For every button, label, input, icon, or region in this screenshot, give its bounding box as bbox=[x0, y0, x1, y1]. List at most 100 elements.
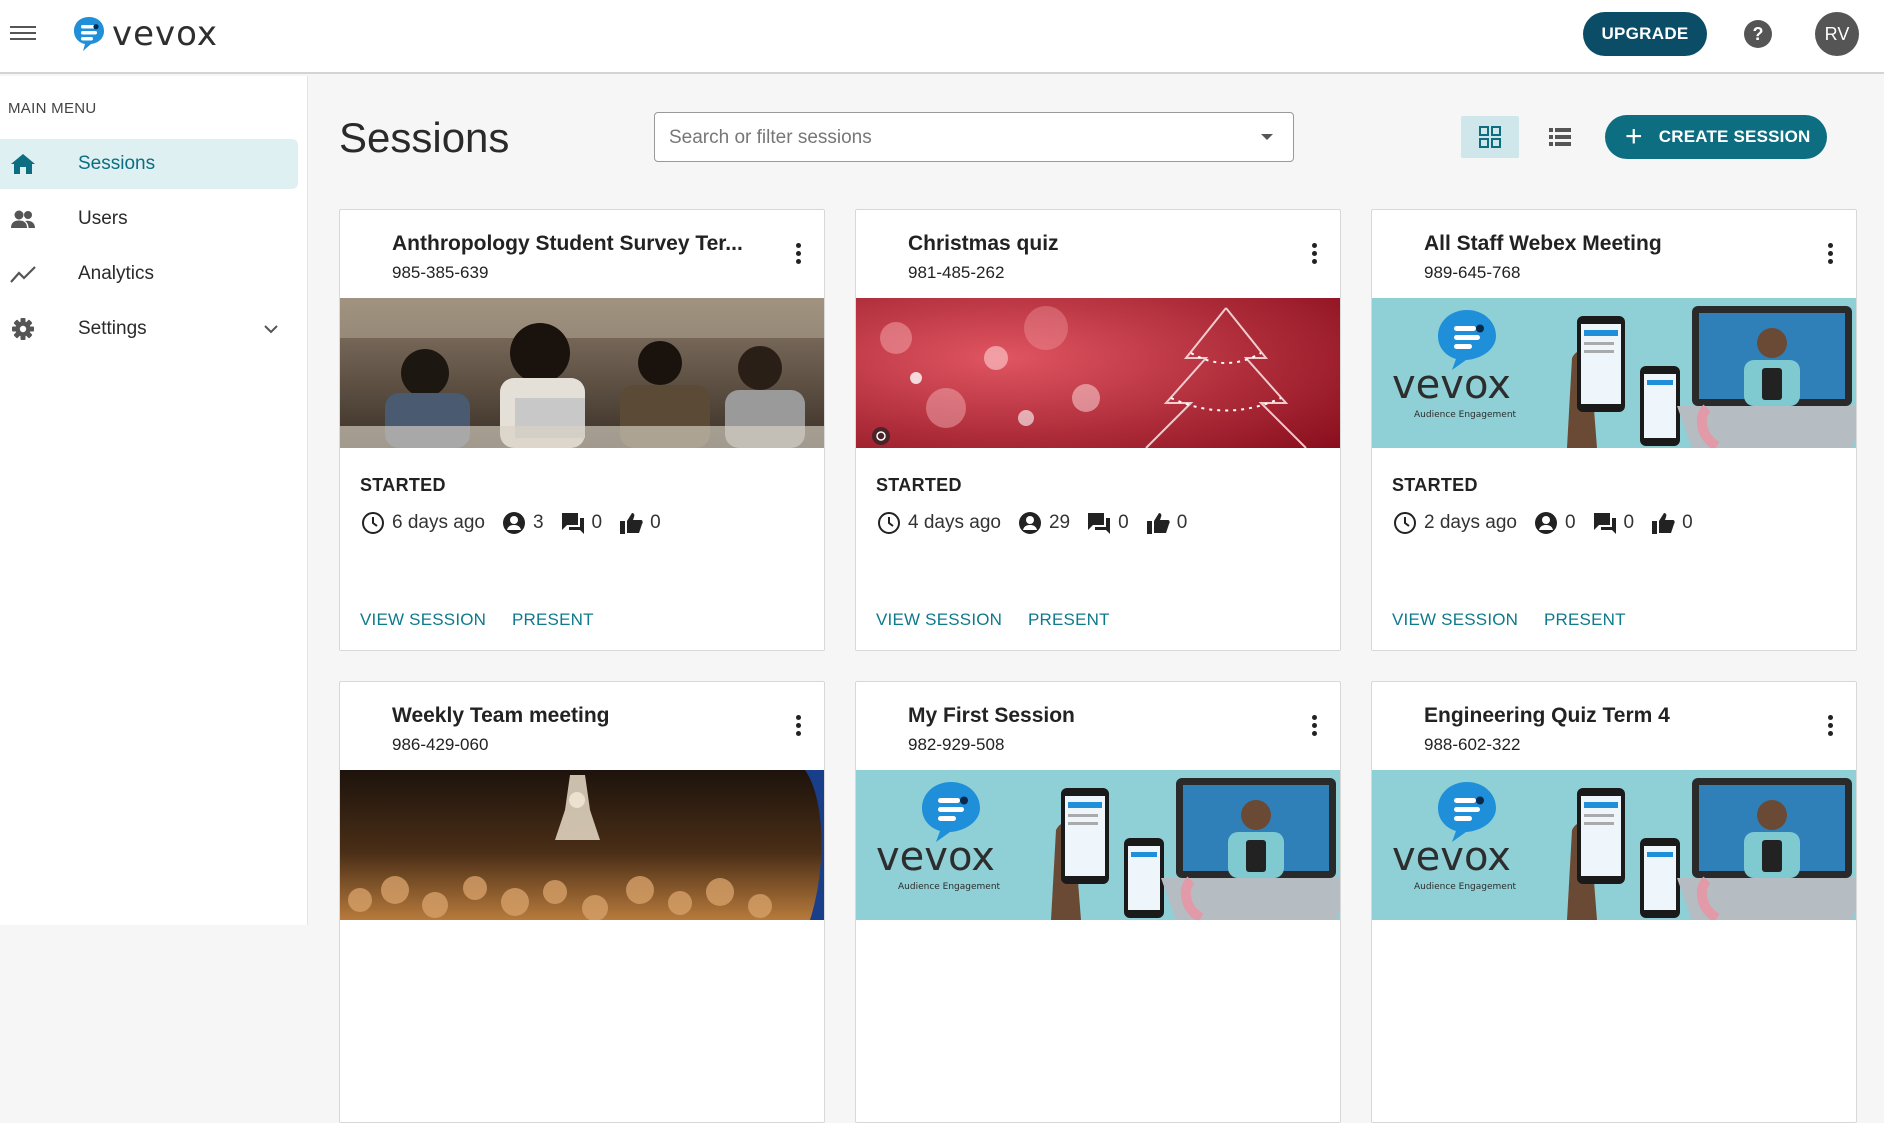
session-code: 988-602-322 bbox=[1424, 735, 1521, 754]
more-options-icon[interactable] bbox=[1820, 712, 1840, 740]
session-code: 985-385-639 bbox=[392, 263, 489, 282]
create-session-label: CREATE SESSION bbox=[1658, 127, 1811, 146]
session-stats: 6 days ago 3 0 0 bbox=[360, 510, 677, 536]
analytics-icon bbox=[10, 266, 36, 283]
view-session-link[interactable]: VIEW SESSION bbox=[1392, 610, 1518, 630]
sidebar-item-users[interactable]: Users bbox=[0, 194, 298, 244]
clock-icon bbox=[878, 512, 900, 534]
view-session-link[interactable]: VIEW SESSION bbox=[360, 610, 486, 630]
session-card: Engineering Quiz Term 4 988-602-322 vevo… bbox=[1371, 681, 1857, 1123]
chevron-down-icon[interactable] bbox=[262, 320, 280, 338]
like-count: 0 bbox=[1176, 512, 1188, 533]
hamburger-menu-icon[interactable] bbox=[10, 22, 36, 46]
session-stats: 2 days ago 0 0 0 bbox=[1392, 510, 1709, 536]
sidebar-item-label: Users bbox=[78, 208, 128, 229]
participant-count: 0 bbox=[1564, 512, 1576, 533]
thumbs-up-icon bbox=[1146, 513, 1170, 534]
grid-view-icon bbox=[1479, 126, 1501, 148]
top-bar: vevox UPGRADE ? RV bbox=[0, 0, 1884, 74]
present-link[interactable]: PRESENT bbox=[512, 610, 594, 630]
present-link[interactable]: PRESENT bbox=[1028, 610, 1110, 630]
session-card: Christmas quiz 981-485-262 STARTED 4 day… bbox=[855, 209, 1341, 651]
more-options-icon[interactable] bbox=[788, 712, 808, 740]
sidebar: MAIN MENU Sessions Users Analytics Setti… bbox=[0, 76, 308, 925]
session-title[interactable]: Anthropology Student Survey Ter... bbox=[392, 232, 772, 256]
present-link[interactable]: PRESENT bbox=[1544, 610, 1626, 630]
session-code: 989-645-768 bbox=[1424, 263, 1521, 282]
search-filter-box[interactable] bbox=[654, 112, 1294, 162]
view-session-link[interactable]: VIEW SESSION bbox=[876, 610, 1002, 630]
comment-count: 0 bbox=[591, 512, 603, 533]
gear-icon bbox=[12, 318, 34, 340]
participant-icon bbox=[1534, 512, 1557, 534]
session-title[interactable]: All Staff Webex Meeting bbox=[1424, 232, 1804, 256]
more-options-icon[interactable] bbox=[1820, 240, 1840, 268]
promo-logo-text: vevox bbox=[876, 834, 995, 880]
help-icon[interactable]: ? bbox=[1744, 20, 1772, 48]
logo-text: vevox bbox=[112, 14, 219, 54]
session-title[interactable]: My First Session bbox=[908, 704, 1288, 728]
more-options-icon[interactable] bbox=[788, 240, 808, 268]
vevox-logo-icon bbox=[74, 17, 104, 51]
participant-icon bbox=[1018, 512, 1041, 534]
users-icon bbox=[11, 210, 35, 228]
plus-icon: + bbox=[1625, 120, 1643, 153]
session-card: Anthropology Student Survey Ter... 985-3… bbox=[339, 209, 825, 651]
promo-tagline: Audience Engagement bbox=[1414, 882, 1517, 892]
session-image-students bbox=[340, 298, 824, 448]
session-time: 4 days ago bbox=[908, 512, 1001, 533]
sidebar-item-analytics[interactable]: Analytics bbox=[0, 249, 298, 299]
participant-count: 29 bbox=[1048, 512, 1071, 533]
session-image-vevox-promo: vevox Audience Engagement bbox=[1372, 298, 1856, 448]
sidebar-item-label: Analytics bbox=[78, 263, 155, 284]
sidebar-item-settings[interactable]: Settings bbox=[0, 304, 298, 354]
participant-icon bbox=[502, 512, 525, 534]
like-count: 0 bbox=[1682, 512, 1693, 533]
create-session-button[interactable]: + CREATE SESSION bbox=[1605, 115, 1827, 159]
promo-logo-text: vevox bbox=[1392, 834, 1511, 880]
participant-count: 3 bbox=[532, 512, 544, 533]
sidebar-item-label: Settings bbox=[78, 318, 147, 339]
dropdown-caret-icon[interactable] bbox=[1261, 134, 1273, 140]
promo-tagline: Audience Engagement bbox=[1414, 410, 1517, 420]
comment-count: 0 bbox=[1118, 512, 1129, 533]
session-title[interactable]: Engineering Quiz Term 4 bbox=[1424, 704, 1804, 728]
clock-icon bbox=[1394, 512, 1416, 534]
like-count: 0 bbox=[650, 512, 661, 533]
main-menu-heading: MAIN MENU bbox=[8, 100, 97, 117]
session-image-vevox-promo: vevox Audience Engagement bbox=[1372, 770, 1856, 920]
session-title[interactable]: Weekly Team meeting bbox=[392, 704, 772, 728]
comments-icon bbox=[1593, 513, 1616, 534]
session-card: Weekly Team meeting 986-429-060 bbox=[339, 681, 825, 1123]
session-stats: 4 days ago 29 0 0 bbox=[876, 510, 1203, 536]
list-view-icon bbox=[1549, 128, 1571, 146]
clock-icon bbox=[362, 512, 384, 534]
promo-logo-text: vevox bbox=[1392, 362, 1511, 408]
vevox-logo[interactable]: vevox bbox=[72, 14, 218, 54]
session-title[interactable]: Christmas quiz bbox=[908, 232, 1288, 256]
session-status: STARTED bbox=[876, 475, 962, 495]
session-card: My First Session 982-929-508 vevox Audie… bbox=[855, 681, 1341, 1123]
comment-count: 0 bbox=[1623, 512, 1635, 533]
more-options-icon[interactable] bbox=[1304, 712, 1324, 740]
session-status: STARTED bbox=[360, 475, 446, 495]
search-input[interactable] bbox=[669, 125, 1249, 151]
list-view-button[interactable] bbox=[1531, 116, 1589, 158]
session-code: 982-929-508 bbox=[908, 735, 1005, 754]
session-card: All Staff Webex Meeting 989-645-768 vevo… bbox=[1371, 209, 1857, 651]
session-image-christmas bbox=[856, 298, 1340, 448]
more-options-icon[interactable] bbox=[1304, 240, 1324, 268]
session-code: 986-429-060 bbox=[392, 735, 489, 754]
avatar[interactable]: RV bbox=[1815, 12, 1859, 56]
grid-view-button[interactable] bbox=[1461, 116, 1519, 158]
promo-tagline: Audience Engagement bbox=[898, 882, 1001, 892]
thumbs-up-icon bbox=[620, 513, 643, 534]
comments-icon bbox=[1088, 513, 1111, 534]
session-code: 981-485-262 bbox=[908, 263, 1005, 282]
session-image-crowd bbox=[340, 770, 824, 920]
session-time: 2 days ago bbox=[1424, 512, 1517, 533]
sidebar-item-sessions[interactable]: Sessions bbox=[0, 139, 298, 189]
session-image-vevox-promo: vevox Audience Engagement bbox=[856, 770, 1340, 920]
upgrade-button[interactable]: UPGRADE bbox=[1583, 12, 1707, 56]
session-status: STARTED bbox=[1392, 475, 1478, 495]
